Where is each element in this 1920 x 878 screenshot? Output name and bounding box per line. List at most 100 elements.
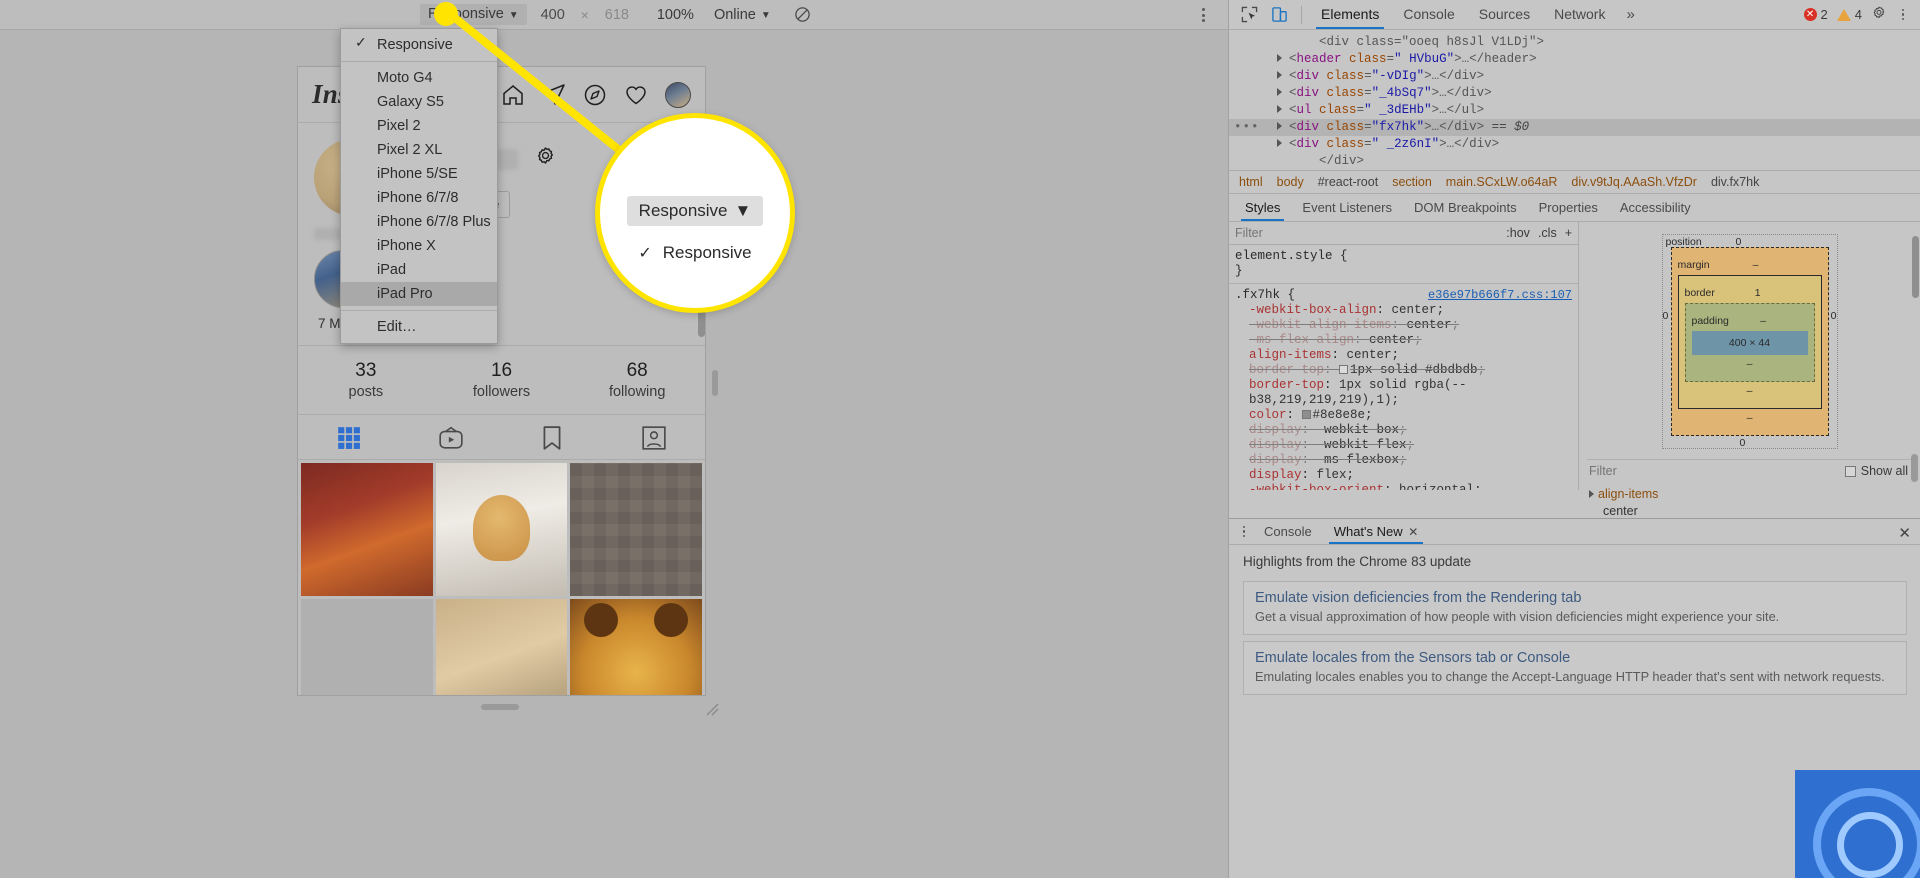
viewport-width-input[interactable] bbox=[526, 6, 579, 23]
explore-icon[interactable] bbox=[583, 83, 607, 107]
css-declaration[interactable]: border-top: 1px solid rgba(--b38,219,219… bbox=[1249, 378, 1572, 408]
gear-icon[interactable] bbox=[534, 145, 557, 173]
grid-post[interactable] bbox=[301, 599, 433, 695]
viewport-height-input[interactable] bbox=[590, 6, 643, 23]
direct-message-icon[interactable] bbox=[542, 83, 566, 107]
expand-arrow-icon[interactable] bbox=[1277, 105, 1282, 113]
css-declaration[interactable]: display: -webkit-flex; bbox=[1249, 438, 1572, 453]
heart-icon[interactable] bbox=[624, 83, 648, 107]
box-model-position[interactable]: position 0 0 0 0 margin – border 1 paddi… bbox=[1661, 234, 1838, 449]
css-declaration[interactable]: -webkit-align-items: center; bbox=[1249, 318, 1572, 333]
box-position-bottom[interactable]: 0 bbox=[1740, 437, 1746, 449]
box-padding-bottom[interactable]: – bbox=[1692, 358, 1808, 370]
styles-filter-input[interactable] bbox=[1235, 226, 1435, 240]
css-declaration[interactable]: display: -ms-flexbox; bbox=[1249, 453, 1572, 468]
expand-arrow-icon[interactable] bbox=[1589, 490, 1594, 498]
box-model-padding[interactable]: padding – 400 × 44 – bbox=[1684, 303, 1815, 382]
subtab-styles[interactable]: Styles bbox=[1235, 195, 1290, 221]
dom-row[interactable]: <div class="ooeq h8sJl V1LDj"> bbox=[1229, 34, 1920, 51]
css-declaration[interactable]: border-top: 1px solid #dbdbdb; bbox=[1249, 363, 1572, 378]
grid-post[interactable] bbox=[435, 463, 568, 596]
drawer-close-icon[interactable]: ✕ bbox=[1898, 524, 1911, 542]
computed-filter-input[interactable] bbox=[1589, 464, 1709, 478]
expand-arrow-icon[interactable] bbox=[1277, 88, 1282, 96]
css-declaration[interactable]: display: -webkit-box; bbox=[1249, 423, 1572, 438]
expand-arrow-icon[interactable] bbox=[1277, 54, 1282, 62]
css-declarations[interactable]: element.style { } e36e97b666f7.css:107 .… bbox=[1229, 245, 1578, 490]
inspect-element-icon[interactable] bbox=[1235, 2, 1263, 28]
dom-row[interactable]: <div class=" _2z6nI">…</div> bbox=[1229, 136, 1920, 153]
css-declaration[interactable]: -webkit-box-orient: horizontal; bbox=[1249, 483, 1572, 490]
box-model-diagram[interactable]: position 0 0 0 0 margin – border 1 paddi… bbox=[1661, 234, 1838, 449]
hov-toggle[interactable]: :hov bbox=[1506, 226, 1530, 240]
grid-post[interactable] bbox=[435, 599, 568, 695]
device-menu-item-responsive[interactable]: Responsive bbox=[341, 33, 497, 57]
device-menu-item-pixel-2-xl[interactable]: Pixel 2 XL bbox=[341, 138, 497, 162]
stat-posts[interactable]: 33 posts bbox=[298, 360, 434, 400]
viewport-resize-handle-right[interactable] bbox=[712, 370, 718, 396]
devtools-tab-console[interactable]: Console bbox=[1392, 0, 1465, 29]
viewport-resize-handle-bottom[interactable] bbox=[481, 704, 519, 710]
dom-row[interactable]: <div class="-vDIg">…</div> bbox=[1229, 68, 1920, 85]
box-padding-top[interactable]: – bbox=[1760, 315, 1766, 327]
devtools-tab-sources[interactable]: Sources bbox=[1468, 0, 1541, 29]
css-declaration[interactable]: -webkit-box-align: center; bbox=[1249, 303, 1572, 318]
box-border-bottom[interactable]: – bbox=[1685, 385, 1815, 397]
device-menu-item-iphone-678[interactable]: iPhone 6/7/8 bbox=[341, 186, 497, 210]
grid-post[interactable] bbox=[570, 463, 702, 596]
tab-saved[interactable] bbox=[502, 425, 604, 451]
device-menu-item-pixel-2[interactable]: Pixel 2 bbox=[341, 114, 497, 138]
subtab-dom-breakpoints[interactable]: DOM Breakpoints bbox=[1404, 195, 1527, 221]
drawer-tab-whats-new[interactable]: What's New ✕ bbox=[1325, 520, 1428, 544]
box-model-margin[interactable]: margin – border 1 padding – 400 × 44 – –… bbox=[1670, 247, 1829, 436]
device-menu-item-ipad-pro[interactable]: iPad Pro bbox=[341, 282, 497, 306]
drawer-tab-console[interactable]: Console bbox=[1255, 520, 1321, 544]
breadcrumb-item[interactable]: section bbox=[1392, 175, 1432, 189]
device-menu-item-ipad[interactable]: iPad bbox=[341, 258, 497, 282]
devtools-kebab-menu[interactable] bbox=[1896, 6, 1910, 24]
styles-scrollbar[interactable] bbox=[1911, 222, 1920, 512]
tab-igtv[interactable] bbox=[400, 425, 502, 451]
show-all-toggle[interactable]: Show all bbox=[1844, 464, 1908, 478]
box-model-content[interactable]: 400 × 44 bbox=[1691, 331, 1808, 355]
cls-toggle[interactable]: .cls bbox=[1538, 226, 1557, 240]
stylesheet-source-link[interactable]: e36e97b666f7.css:107 bbox=[1428, 288, 1572, 303]
network-throttling-select[interactable]: Online ▼ bbox=[714, 7, 771, 23]
dom-row[interactable]: <ul class=" _3dEHb">…</ul> bbox=[1229, 102, 1920, 119]
whats-new-card[interactable]: Emulate vision deficiencies from the Ren… bbox=[1243, 581, 1907, 635]
home-icon[interactable] bbox=[501, 83, 525, 107]
dom-row[interactable]: </div> bbox=[1229, 153, 1920, 170]
device-menu-item-iphone-x[interactable]: iPhone X bbox=[341, 234, 497, 258]
subtab-accessibility[interactable]: Accessibility bbox=[1610, 195, 1701, 221]
breadcrumb-item[interactable]: main.SCxLW.o64aR bbox=[1446, 175, 1558, 189]
css-declaration[interactable]: align-items: center; bbox=[1249, 348, 1572, 363]
breadcrumb-item[interactable]: body bbox=[1277, 175, 1304, 189]
grid-post[interactable] bbox=[301, 463, 433, 596]
dom-row[interactable]: <header class=" HVbuG">…</header> bbox=[1229, 51, 1920, 68]
box-position-left[interactable]: 0 bbox=[1663, 310, 1669, 322]
devtools-tab-network[interactable]: Network bbox=[1543, 0, 1616, 29]
gear-icon[interactable] bbox=[1871, 5, 1887, 24]
devtools-tab-elements[interactable]: Elements bbox=[1310, 0, 1390, 29]
device-menu-item-iphone-678-plus[interactable]: iPhone 6/7/8 Plus bbox=[341, 210, 497, 234]
computed-row[interactable]: align-items bbox=[1589, 486, 1910, 503]
box-margin-bottom[interactable]: – bbox=[1678, 412, 1822, 424]
grid-post[interactable] bbox=[570, 599, 702, 695]
breadcrumb-item-selected[interactable]: div.fx7hk bbox=[1711, 175, 1759, 189]
no-throttling-icon[interactable] bbox=[793, 5, 813, 25]
dom-tree[interactable]: <div class="ooeq h8sJl V1LDj"> <header c… bbox=[1229, 30, 1920, 170]
error-count-badge[interactable]: ✕ 2 bbox=[1803, 7, 1828, 22]
css-declaration[interactable]: -ms-flex-align: center; bbox=[1249, 333, 1572, 348]
box-margin-top[interactable]: – bbox=[1753, 259, 1759, 271]
whats-new-card-title[interactable]: Emulate locales from the Sensors tab or … bbox=[1255, 650, 1895, 666]
css-declaration[interactable]: color: #8e8e8e; bbox=[1249, 408, 1572, 423]
scrollbar-thumb[interactable] bbox=[1912, 236, 1919, 298]
device-menu-item-galaxy-s5[interactable]: Galaxy S5 bbox=[341, 90, 497, 114]
row-overflow-dots[interactable]: ••• bbox=[1234, 119, 1260, 136]
expand-arrow-icon[interactable] bbox=[1277, 139, 1282, 147]
tab-tagged[interactable] bbox=[603, 425, 705, 451]
breadcrumb-item[interactable]: #react-root bbox=[1318, 175, 1378, 189]
color-swatch[interactable] bbox=[1339, 365, 1349, 374]
warning-count-badge[interactable]: 4 bbox=[1836, 7, 1862, 22]
expand-arrow-icon[interactable] bbox=[1277, 71, 1282, 79]
